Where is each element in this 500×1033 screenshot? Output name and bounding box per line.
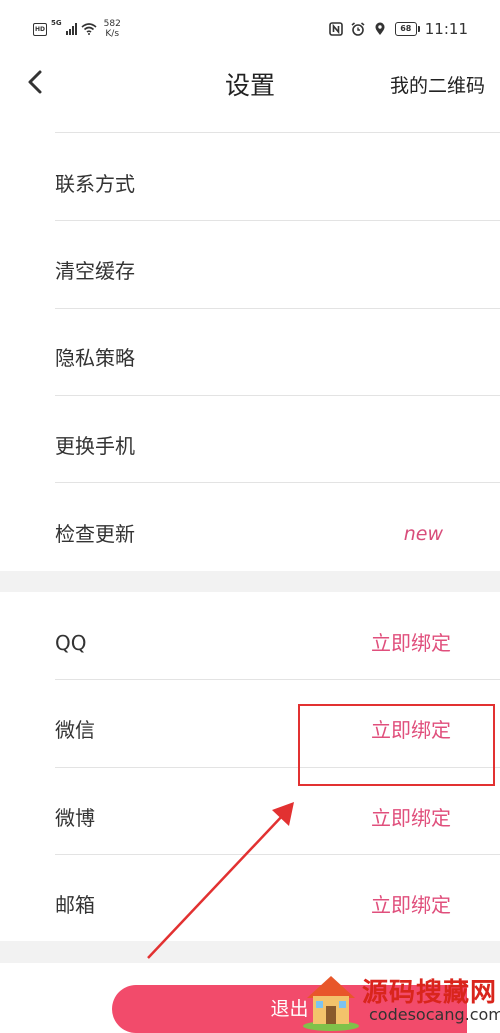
watermark-url: codesocang.com xyxy=(369,1005,500,1024)
watermark: 源码搜藏网 codesocang.com xyxy=(299,968,500,1033)
annotation-arrow-icon xyxy=(147,802,294,959)
watermark-title: 源码搜藏网 xyxy=(362,978,498,1008)
house-logo-icon xyxy=(303,976,359,1031)
